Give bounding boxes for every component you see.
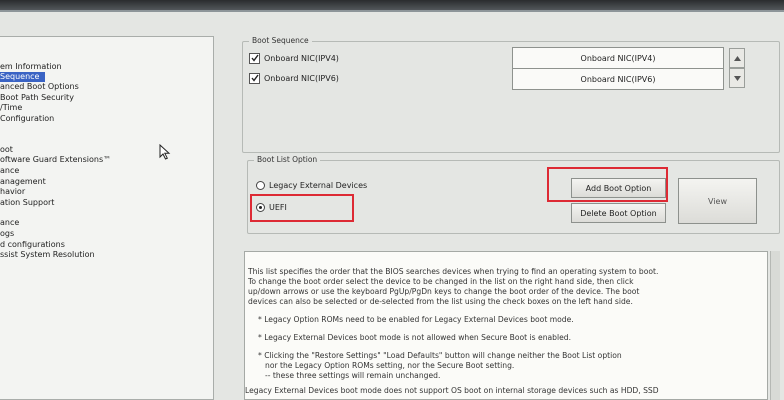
help-line: This list specifies the order that the B… [248, 267, 659, 276]
tree-item-system-information[interactable]: em Information [0, 62, 68, 72]
boot-sequence-legend: Boot Sequence [249, 36, 312, 46]
help-line: devices can also be selected or de-selec… [248, 297, 633, 306]
move-down-button[interactable] [729, 68, 745, 88]
tree-item-post-behavior[interactable]: havior [0, 187, 31, 197]
tree-item-date-time[interactable]: /Time [0, 103, 28, 113]
help-line: * Legacy Option ROMs need to be enabled … [258, 315, 574, 324]
boot-list-option-legend: Boot List Option [254, 155, 321, 165]
delete-boot-option-button[interactable]: Delete Boot Option [571, 203, 666, 223]
help-line: up/down arrows or use the keyboard PgUp/… [248, 287, 640, 296]
help-line: * Clicking the "Restore Settings" "Load … [258, 351, 622, 360]
boot-entry-row-ipv6[interactable]: Onboard NIC(IPV6) [249, 72, 339, 84]
settings-tree[interactable]: em Information Sequence anced Boot Optio… [0, 36, 214, 400]
help-text-panel: This list specifies the order that the B… [244, 251, 768, 400]
help-text-scrollbar[interactable] [770, 251, 780, 400]
boot-entry-label-ipv4: Onboard NIC(IPV4) [264, 53, 339, 63]
boot-order-item-ipv6[interactable]: Onboard NIC(IPV6) [512, 68, 724, 90]
tree-item-maintenance[interactable]: ance [0, 218, 25, 228]
tree-item-uefi-boot-path-security[interactable]: Boot Path Security [0, 93, 80, 103]
tree-item-software-guard-extensions[interactable]: oftware Guard Extensions™ [0, 155, 117, 165]
help-line: nor the Legacy Option ROMs setting, nor … [265, 361, 515, 370]
help-line: Legacy External Devices boot mode does n… [245, 386, 659, 395]
highlight-box-uefi [250, 194, 354, 222]
boot-entry-row-ipv4[interactable]: Onboard NIC(IPV4) [249, 52, 339, 64]
tree-item-supportassist-system-resolution[interactable]: ssist System Resolution [0, 250, 101, 260]
tree-item-virtualization-support[interactable]: ation Support [0, 198, 60, 208]
move-up-button[interactable] [729, 48, 745, 68]
arrow-up-icon [733, 55, 741, 61]
checkmark-icon [250, 54, 259, 62]
boot-entry-label-ipv6: Onboard NIC(IPV6) [264, 73, 339, 83]
tree-item-power-management[interactable]: anagement [0, 177, 52, 187]
highlight-box-add-boot-option [547, 167, 668, 202]
help-line: -- these three settings will remain unch… [265, 371, 441, 380]
help-line: To change the boot order select the devi… [248, 277, 634, 286]
tree-item-system-logs[interactable]: ogs [0, 229, 20, 239]
boot-order-item-ipv4[interactable]: Onboard NIC(IPV4) [512, 47, 724, 69]
radio-label-legacy: Legacy External Devices [269, 180, 368, 190]
view-button[interactable]: View [678, 178, 757, 224]
help-line: * Legacy External Devices boot mode is n… [258, 333, 572, 342]
tree-item-secure-boot[interactable]: oot [0, 145, 19, 155]
tree-item-advanced-configurations[interactable]: d configurations [0, 240, 71, 250]
bezel-edge [0, 10, 784, 12]
tree-item-system-configuration[interactable]: Configuration [0, 114, 60, 124]
arrow-down-icon [733, 75, 741, 81]
radio-row-legacy[interactable]: Legacy External Devices [256, 179, 367, 191]
mouse-pointer-icon [159, 144, 171, 160]
monitor-bezel [0, 0, 784, 12]
tree-item-performance[interactable]: ance [0, 166, 25, 176]
boot-entry-checkbox-ipv6[interactable] [249, 72, 260, 84]
checkmark-icon [250, 74, 259, 82]
tree-item-boot-sequence[interactable]: Sequence [0, 72, 46, 82]
tree-item-advanced-boot-options[interactable]: anced Boot Options [0, 82, 85, 92]
boot-entry-checkbox-ipv4[interactable] [249, 52, 260, 64]
radio-legacy-external-devices[interactable] [256, 180, 265, 190]
